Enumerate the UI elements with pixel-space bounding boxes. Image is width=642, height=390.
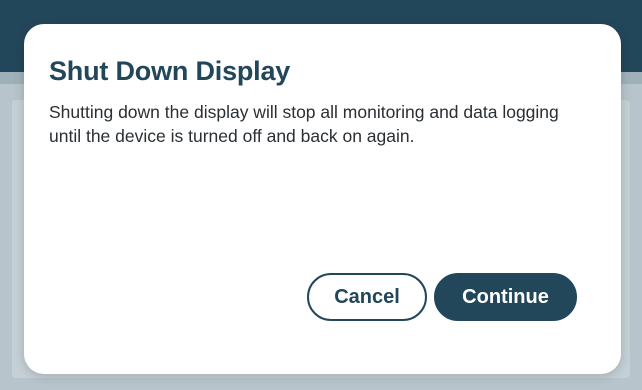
shut-down-dialog: Shut Down Display Shutting down the disp… — [24, 24, 621, 374]
dialog-title: Shut Down Display — [49, 56, 291, 86]
cancel-button[interactable]: Cancel — [307, 273, 427, 321]
continue-button[interactable]: Continue — [434, 273, 577, 321]
dialog-message: Shutting down the display will stop all … — [49, 102, 559, 146]
